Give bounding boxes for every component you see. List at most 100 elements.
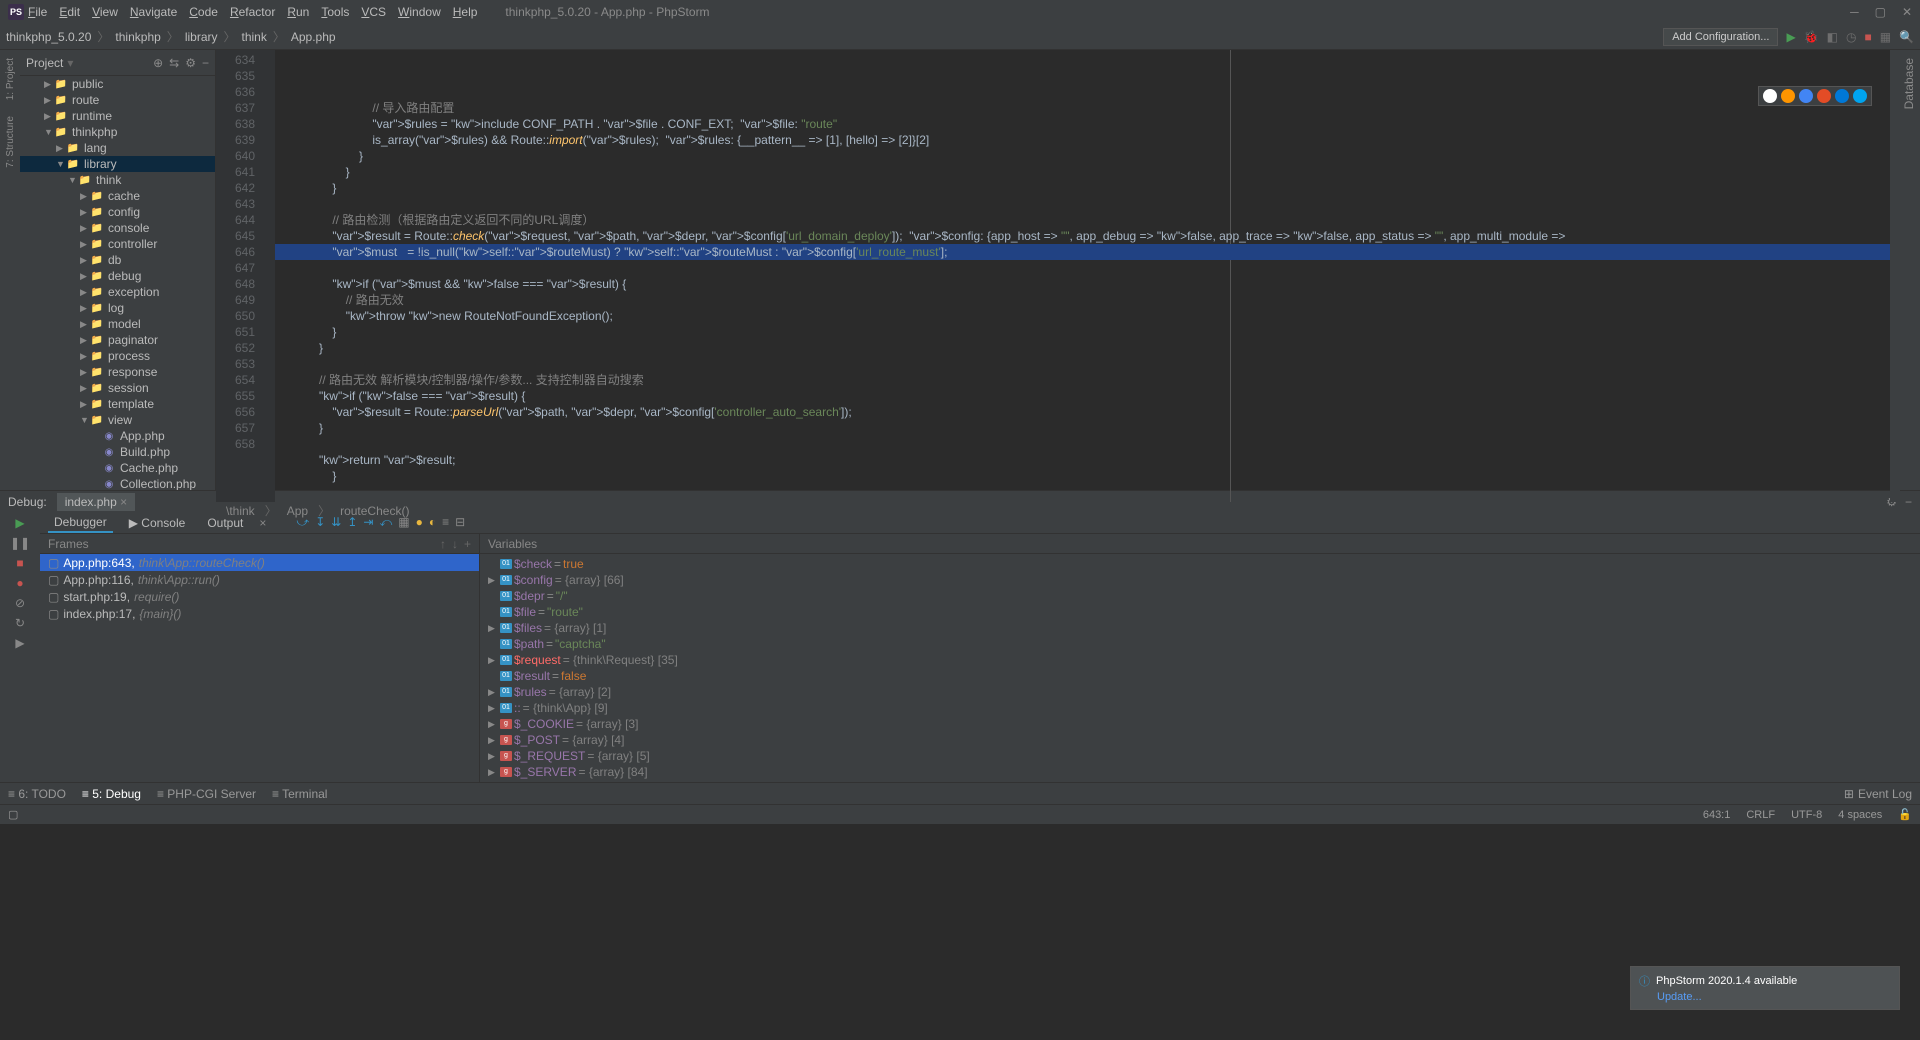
indent-info[interactable]: 4 spaces: [1838, 809, 1882, 821]
code-line[interactable]: [275, 196, 1890, 212]
stack-frame[interactable]: ▢ App.php:643, think\App::routeCheck(): [40, 554, 479, 571]
variable-row[interactable]: 01 $file = "route": [480, 604, 1920, 620]
variable-row[interactable]: ▶g $_POST = {array} [4]: [480, 732, 1920, 748]
layout-icon[interactable]: ▦: [1880, 30, 1891, 44]
bottom-tab[interactable]: ≡ Terminal: [272, 787, 327, 801]
code-line[interactable]: }: [275, 324, 1890, 340]
scroll-from-source-icon[interactable]: ⊕: [153, 56, 163, 70]
tree-item[interactable]: ◉Collection.php: [20, 476, 215, 490]
stack-frame[interactable]: ▢ start.php:19, require(): [40, 588, 479, 605]
edge-icon[interactable]: [1853, 89, 1867, 103]
collapse-all-icon[interactable]: ⇆: [169, 56, 179, 70]
code-line[interactable]: }: [275, 340, 1890, 356]
window-controls[interactable]: ─ ▢ ✕: [1850, 5, 1912, 19]
tree-item[interactable]: ▶📁controller: [20, 236, 215, 252]
step-into-icon[interactable]: ↧: [315, 515, 325, 530]
menu-vcs[interactable]: VCS: [361, 5, 386, 19]
debugger-subtabs[interactable]: Debugger ▶ Console Output × ⤻ ↧ ⇊ ↥ ⇥ ⤺ …: [40, 512, 1920, 534]
frame-down-icon[interactable]: ↓: [452, 537, 458, 551]
safari-icon[interactable]: [1799, 89, 1813, 103]
crumb[interactable]: think: [242, 30, 267, 44]
left-tool-strip[interactable]: 1: Project 7: Structure: [0, 50, 20, 490]
tree-item[interactable]: ▶📁runtime: [20, 108, 215, 124]
bottom-tab[interactable]: ≡ 5: Debug: [82, 787, 141, 801]
code-content[interactable]: // 导入路由配置 "var">$rules = "kw">include CO…: [275, 50, 1890, 502]
right-tool-strip[interactable]: Database: [1900, 50, 1920, 490]
tree-item[interactable]: ▶📁log: [20, 300, 215, 316]
crumb[interactable]: thinkphp_5.0.20: [6, 30, 91, 44]
tool-list-icon[interactable]: ≡: [442, 515, 449, 530]
eval-expr-icon[interactable]: ▦: [398, 515, 409, 530]
code-line[interactable]: // 路由无效: [275, 292, 1890, 308]
tree-item[interactable]: ▼📁think: [20, 172, 215, 188]
run-icon[interactable]: ▶: [1786, 30, 1795, 44]
code-line[interactable]: "kw">return "var">$result;: [275, 452, 1890, 468]
maximize-icon[interactable]: ▢: [1875, 5, 1886, 19]
resume-icon[interactable]: ▶: [15, 516, 24, 530]
code-line[interactable]: "var">$must = !is_null("kw">self::"var">…: [275, 244, 1890, 260]
code-line[interactable]: }: [275, 420, 1890, 436]
code-line[interactable]: // 导入路由配置: [275, 100, 1890, 116]
tree-item[interactable]: ▶📁debug: [20, 268, 215, 284]
variable-row[interactable]: ▶g $_REQUEST = {array} [5]: [480, 748, 1920, 764]
code-line[interactable]: is_array("var">$rules) && Route::import(…: [275, 132, 1890, 148]
tree-item[interactable]: ▶📁paginator: [20, 332, 215, 348]
code-line[interactable]: "kw">if ("var">$must && "kw">false === "…: [275, 276, 1890, 292]
code-line[interactable]: "var">$rules = "kw">include CONF_PATH . …: [275, 116, 1890, 132]
force-step-into-icon[interactable]: ⇊: [331, 515, 341, 530]
search-everywhere-icon[interactable]: 🔍: [1899, 30, 1914, 44]
fold-gutter[interactable]: [261, 50, 275, 502]
tree-item[interactable]: ▼📁view: [20, 412, 215, 428]
close-icon[interactable]: ✕: [1902, 5, 1912, 19]
debug-toolbar[interactable]: ▶ ❚❚ ■ ● ⊘ ↻ ▶: [0, 512, 40, 782]
status-icon[interactable]: ▢: [8, 808, 18, 821]
crumb[interactable]: App.php: [291, 30, 336, 44]
tree-item[interactable]: ◉Cache.php: [20, 460, 215, 476]
firefox-icon[interactable]: [1781, 89, 1795, 103]
update-notification[interactable]: ⓘPhpStorm 2020.1.4 available Update...: [1630, 966, 1900, 1010]
code-line[interactable]: }: [275, 164, 1890, 180]
crumb[interactable]: library: [185, 30, 218, 44]
settings-icon[interactable]: ⚙: [185, 56, 196, 70]
tree-item[interactable]: ▶📁template: [20, 396, 215, 412]
project-tree[interactable]: ▶📁public▶📁route▶📁runtime▼📁thinkphp▶📁lang…: [20, 76, 215, 490]
tree-item[interactable]: ▶📁lang: [20, 140, 215, 156]
code-line[interactable]: }: [275, 468, 1890, 484]
frame-add-icon[interactable]: +: [464, 537, 471, 551]
step-over-icon[interactable]: ⤻: [296, 515, 309, 530]
variable-row[interactable]: ▶01 $files = {array} [1]: [480, 620, 1920, 636]
tree-item[interactable]: ▶📁db: [20, 252, 215, 268]
menu-edit[interactable]: Edit: [59, 5, 80, 19]
profile-icon[interactable]: ◷: [1846, 30, 1856, 44]
ie-icon[interactable]: [1835, 89, 1849, 103]
tree-item[interactable]: ▶📁response: [20, 364, 215, 380]
tree-item[interactable]: ◉App.php: [20, 428, 215, 444]
tree-item[interactable]: ◉Build.php: [20, 444, 215, 460]
drop-frame-icon[interactable]: ⤺: [379, 515, 392, 530]
variable-row[interactable]: ▶01 $config = {array} [66]: [480, 572, 1920, 588]
code-line[interactable]: "kw">if ("kw">false === "var">$result) {: [275, 388, 1890, 404]
bottom-tool-tabs[interactable]: ≡ 6: TODO≡ 5: Debug≡ PHP-CGI Server≡ Ter…: [8, 787, 327, 801]
main-menu[interactable]: FileEditViewNavigateCodeRefactorRunTools…: [28, 5, 477, 19]
debug-icon[interactable]: 🐞: [1804, 30, 1819, 44]
tree-item[interactable]: ▶📁config: [20, 204, 215, 220]
opera-icon[interactable]: [1817, 89, 1831, 103]
menu-help[interactable]: Help: [453, 5, 478, 19]
tree-item[interactable]: ▶📁session: [20, 380, 215, 396]
code-line[interactable]: }: [275, 148, 1890, 164]
variable-row[interactable]: ▶g $_COOKIE = {array} [3]: [480, 716, 1920, 732]
debug-hide-icon[interactable]: −: [1905, 495, 1912, 509]
error-stripe[interactable]: [1890, 50, 1900, 502]
chrome-icon[interactable]: [1763, 89, 1777, 103]
stop-debug-icon[interactable]: ■: [16, 556, 23, 570]
variable-row[interactable]: ▶g $_SERVER = {array} [84]: [480, 764, 1920, 780]
frame-up-icon[interactable]: ↑: [440, 537, 446, 551]
menu-run[interactable]: Run: [287, 5, 309, 19]
code-line[interactable]: [275, 484, 1890, 500]
menu-refactor[interactable]: Refactor: [230, 5, 275, 19]
variable-row[interactable]: ▶01 $rules = {array} [2]: [480, 684, 1920, 700]
tree-item[interactable]: ▶📁exception: [20, 284, 215, 300]
tree-item[interactable]: ▶📁public: [20, 76, 215, 92]
tree-item[interactable]: ▶📁cache: [20, 188, 215, 204]
debug-session-tab[interactable]: index.php ×: [57, 493, 135, 511]
